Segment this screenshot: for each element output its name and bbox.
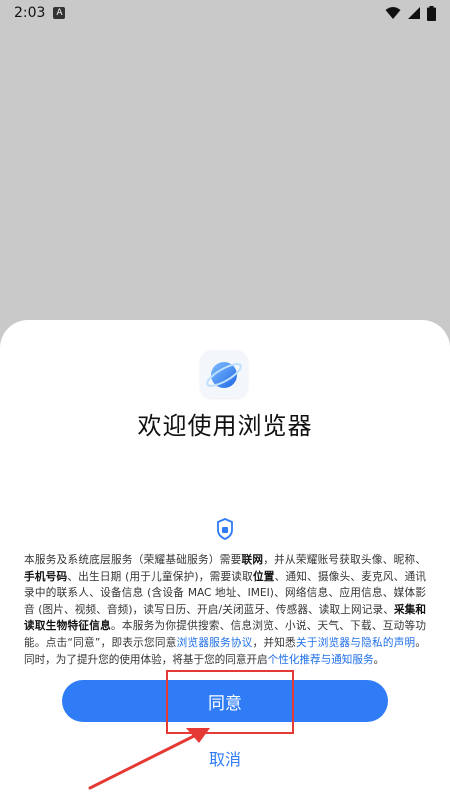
consent-text-strong: 位置 (252, 570, 275, 583)
notification-a-icon: A (53, 7, 66, 19)
consent-text-segment: ，并知悉 (252, 636, 297, 649)
wifi-icon (385, 7, 401, 19)
welcome-dialog: 欢迎使用浏览器 本服务及系统底层服务（荣耀基础服务）需要联网，并从荣耀账号获取头… (0, 320, 450, 800)
consent-text-segment: ，并从荣耀账号获取头像、昵称、 (263, 554, 427, 566)
battery-icon (427, 5, 436, 21)
status-right (385, 5, 436, 21)
consent-link[interactable]: 浏览器服务协议 (177, 637, 253, 649)
privacy-lock-icon (217, 518, 233, 540)
consent-text-strong: 手机号码 (24, 570, 68, 583)
cancel-button[interactable]: 取消 (175, 744, 275, 772)
dialog-title: 欢迎使用浏览器 (137, 412, 313, 440)
status-left: 2:03 A (14, 5, 66, 21)
consent-text-segment: 本服务及系统底层服务（荣耀基础服务）需要 (24, 554, 242, 566)
status-bar: 2:03 A (0, 0, 450, 26)
browser-app-icon (200, 350, 248, 398)
consent-link[interactable]: 关于浏览器与隐私的声明 (296, 637, 415, 649)
signal-icon (408, 7, 420, 19)
consent-link[interactable]: 个性化推荐与通知服务 (268, 654, 374, 666)
consent-text-segment: 。 (373, 653, 385, 666)
planet-icon (206, 362, 242, 388)
consent-text-segment: 、出生日期 (用于儿童保护)，需要读取 (67, 570, 253, 583)
consent-text: 本服务及系统底层服务（荣耀基础服务）需要联网，并从荣耀账号获取头像、昵称、手机号… (24, 552, 426, 668)
consent-text-strong: 联网 (241, 554, 264, 566)
status-time: 2:03 (14, 5, 46, 21)
agree-button[interactable]: 同意 (62, 680, 388, 722)
